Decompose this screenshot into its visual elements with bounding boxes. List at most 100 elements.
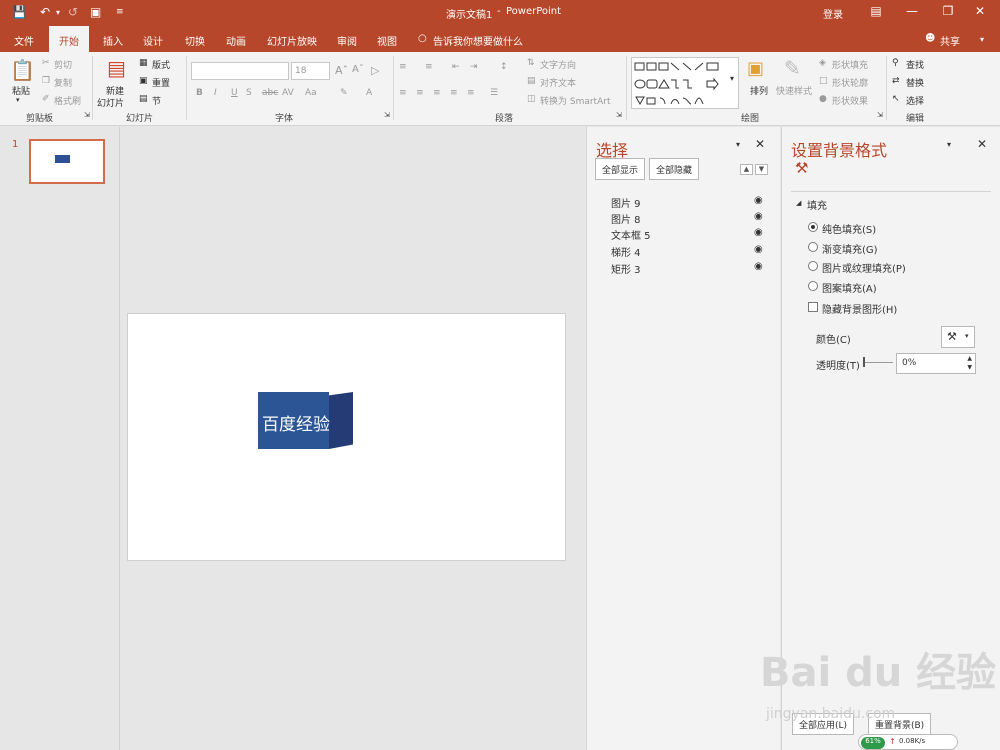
bring-forward-icon[interactable]: ▲ <box>740 164 753 175</box>
clear-formatting-icon[interactable]: ▷ <box>371 64 379 77</box>
selection-item[interactable]: 图片 8 <box>611 211 641 226</box>
restore-icon[interactable]: ❐ <box>938 4 958 18</box>
paste-dropdown-icon[interactable]: ▾ <box>16 96 20 104</box>
tab-view[interactable]: 视图 <box>377 33 397 48</box>
expand-arrow-icon[interactable]: ◢ <box>796 199 801 207</box>
format-pane-options-icon[interactable]: ▾ <box>947 140 951 149</box>
selection-item[interactable]: 矩形 3 <box>611 261 641 276</box>
redo-icon[interactable]: ↺ <box>68 5 78 19</box>
picture-fill-label[interactable]: 图片或纹理填充(P) <box>822 260 906 275</box>
cut-button[interactable]: 剪切 <box>54 58 72 71</box>
drawing-launcher-icon[interactable]: ⇲ <box>877 111 883 119</box>
change-case-icon[interactable]: Aa <box>305 88 317 98</box>
align-text-button[interactable]: 对齐文本 <box>540 76 576 89</box>
columns-icon[interactable]: ☰ <box>490 88 498 98</box>
convert-smartart-button[interactable]: 转换为 SmartArt <box>540 94 610 107</box>
gradient-fill-label[interactable]: 渐变填充(G) <box>822 241 878 256</box>
hide-all-button[interactable]: 全部隐藏 <box>649 158 700 180</box>
line-spacing-icon[interactable]: ↕ <box>500 62 508 72</box>
shrink-font-icon[interactable]: Aˇ <box>352 64 364 75</box>
eye-icon[interactable]: ◉ <box>754 227 763 238</box>
gradient-fill-radio[interactable] <box>808 242 818 252</box>
shapes-gallery[interactable] <box>631 57 739 109</box>
bold-icon[interactable]: B <box>196 88 203 98</box>
format-pane-close-icon[interactable]: ✕ <box>977 137 987 151</box>
undo-dropdown-icon[interactable]: ▾ <box>56 8 60 17</box>
customize-qat-icon[interactable]: ≡ <box>116 7 124 17</box>
solid-fill-label[interactable]: 纯色填充(S) <box>822 221 876 236</box>
transparency-slider[interactable] <box>863 362 893 363</box>
highlight-icon[interactable]: ✎ <box>340 88 348 98</box>
eye-icon[interactable]: ◉ <box>754 244 763 255</box>
selection-item[interactable]: 图片 9 <box>611 195 641 210</box>
tab-design[interactable]: 设计 <box>143 33 163 48</box>
distributed-icon[interactable]: ≡ <box>467 88 475 98</box>
spin-up-icon[interactable]: ▲ <box>967 355 972 362</box>
transparency-input[interactable]: 0% ▲ ▼ <box>896 353 976 374</box>
copy-button[interactable]: 复制 <box>54 76 72 89</box>
share-button[interactable]: 共享 <box>940 33 960 48</box>
ribbon-display-options-icon[interactable]: ▤ <box>866 4 886 18</box>
eye-icon[interactable]: ◉ <box>754 261 763 272</box>
quick-styles-icon[interactable]: ✎ <box>784 56 801 80</box>
font-size-input[interactable]: 18 <box>291 62 330 80</box>
start-slideshow-icon[interactable]: ▣ <box>90 5 101 19</box>
hide-background-label[interactable]: 隐藏背景图形(H) <box>822 301 897 316</box>
pattern-fill-radio[interactable] <box>808 281 818 291</box>
underline-icon[interactable]: U <box>231 88 238 98</box>
shape-fill-button[interactable]: 形状填充 <box>832 58 868 71</box>
strikethrough-icon[interactable]: abc <box>262 88 278 98</box>
tab-insert[interactable]: 插入 <box>103 33 123 48</box>
box-side-face[interactable] <box>329 392 353 449</box>
save-icon[interactable]: 💾 <box>12 5 27 19</box>
find-button[interactable]: 查找 <box>906 58 924 71</box>
eye-icon[interactable]: ◉ <box>754 211 763 222</box>
tab-file[interactable]: 文件 <box>14 33 34 48</box>
format-painter-button[interactable]: 格式刷 <box>54 94 81 107</box>
decrease-indent-icon[interactable]: ⇤ <box>452 62 460 72</box>
solid-fill-radio[interactable] <box>808 222 818 232</box>
spin-down-icon[interactable]: ▼ <box>967 364 972 371</box>
selection-pane-options-icon[interactable]: ▾ <box>736 140 740 149</box>
font-color-icon[interactable]: A <box>366 88 372 98</box>
bullets-icon[interactable]: ≡ <box>399 62 407 72</box>
tell-me-search[interactable]: 告诉我你想要做什么 <box>433 33 523 48</box>
pattern-fill-label[interactable]: 图案填充(A) <box>822 280 877 295</box>
selection-pane-close-icon[interactable]: ✕ <box>755 137 765 151</box>
paste-icon[interactable]: 📋 <box>10 58 35 82</box>
justify-icon[interactable]: ≡ <box>450 88 458 98</box>
numbering-icon[interactable]: ≡ <box>425 62 433 72</box>
fill-bucket-icon[interactable]: ⚒ <box>795 159 808 177</box>
font-launcher-icon[interactable]: ⇲ <box>384 111 390 119</box>
font-name-input[interactable] <box>191 62 289 80</box>
fill-section-header[interactable]: 填充 <box>807 197 827 212</box>
undo-icon[interactable]: ↶ <box>40 5 50 19</box>
eye-icon[interactable]: ◉ <box>754 195 763 206</box>
slide-thumbnail[interactable] <box>29 139 105 184</box>
hide-background-checkbox[interactable] <box>808 302 818 312</box>
align-right-icon[interactable]: ≡ <box>433 88 441 98</box>
close-window-icon[interactable]: ✕ <box>970 4 990 18</box>
italic-icon[interactable]: I <box>214 88 217 98</box>
tab-transitions[interactable]: 切换 <box>185 33 205 48</box>
arrange-icon[interactable]: ▣ <box>747 58 764 79</box>
grow-font-icon[interactable]: Aˆ <box>335 64 348 77</box>
clipboard-launcher-icon[interactable]: ⇲ <box>84 111 90 119</box>
shape-outline-button[interactable]: 形状轮廓 <box>832 76 868 89</box>
collapse-ribbon-icon[interactable]: ▾ <box>980 35 984 44</box>
shape-effects-button[interactable]: 形状效果 <box>832 94 868 107</box>
select-button[interactable]: 选择 <box>906 94 924 107</box>
text-direction-button[interactable]: 文字方向 <box>540 58 576 71</box>
paragraph-launcher-icon[interactable]: ⇲ <box>616 111 622 119</box>
color-picker-button[interactable]: ⚒ ▾ <box>941 326 975 348</box>
paste-button[interactable]: 粘贴 <box>12 84 30 97</box>
shapes-scroll-icon[interactable]: ▾ <box>730 74 734 83</box>
replace-button[interactable]: 替换 <box>906 76 924 89</box>
arrange-button[interactable]: 排列 <box>750 84 768 97</box>
send-backward-icon[interactable]: ▼ <box>755 164 768 175</box>
selection-item[interactable]: 文本框 5 <box>611 227 651 242</box>
tab-review[interactable]: 审阅 <box>337 33 357 48</box>
tab-home[interactable]: 开始 <box>49 26 89 52</box>
increase-indent-icon[interactable]: ⇥ <box>470 62 478 72</box>
picture-fill-radio[interactable] <box>808 261 818 271</box>
